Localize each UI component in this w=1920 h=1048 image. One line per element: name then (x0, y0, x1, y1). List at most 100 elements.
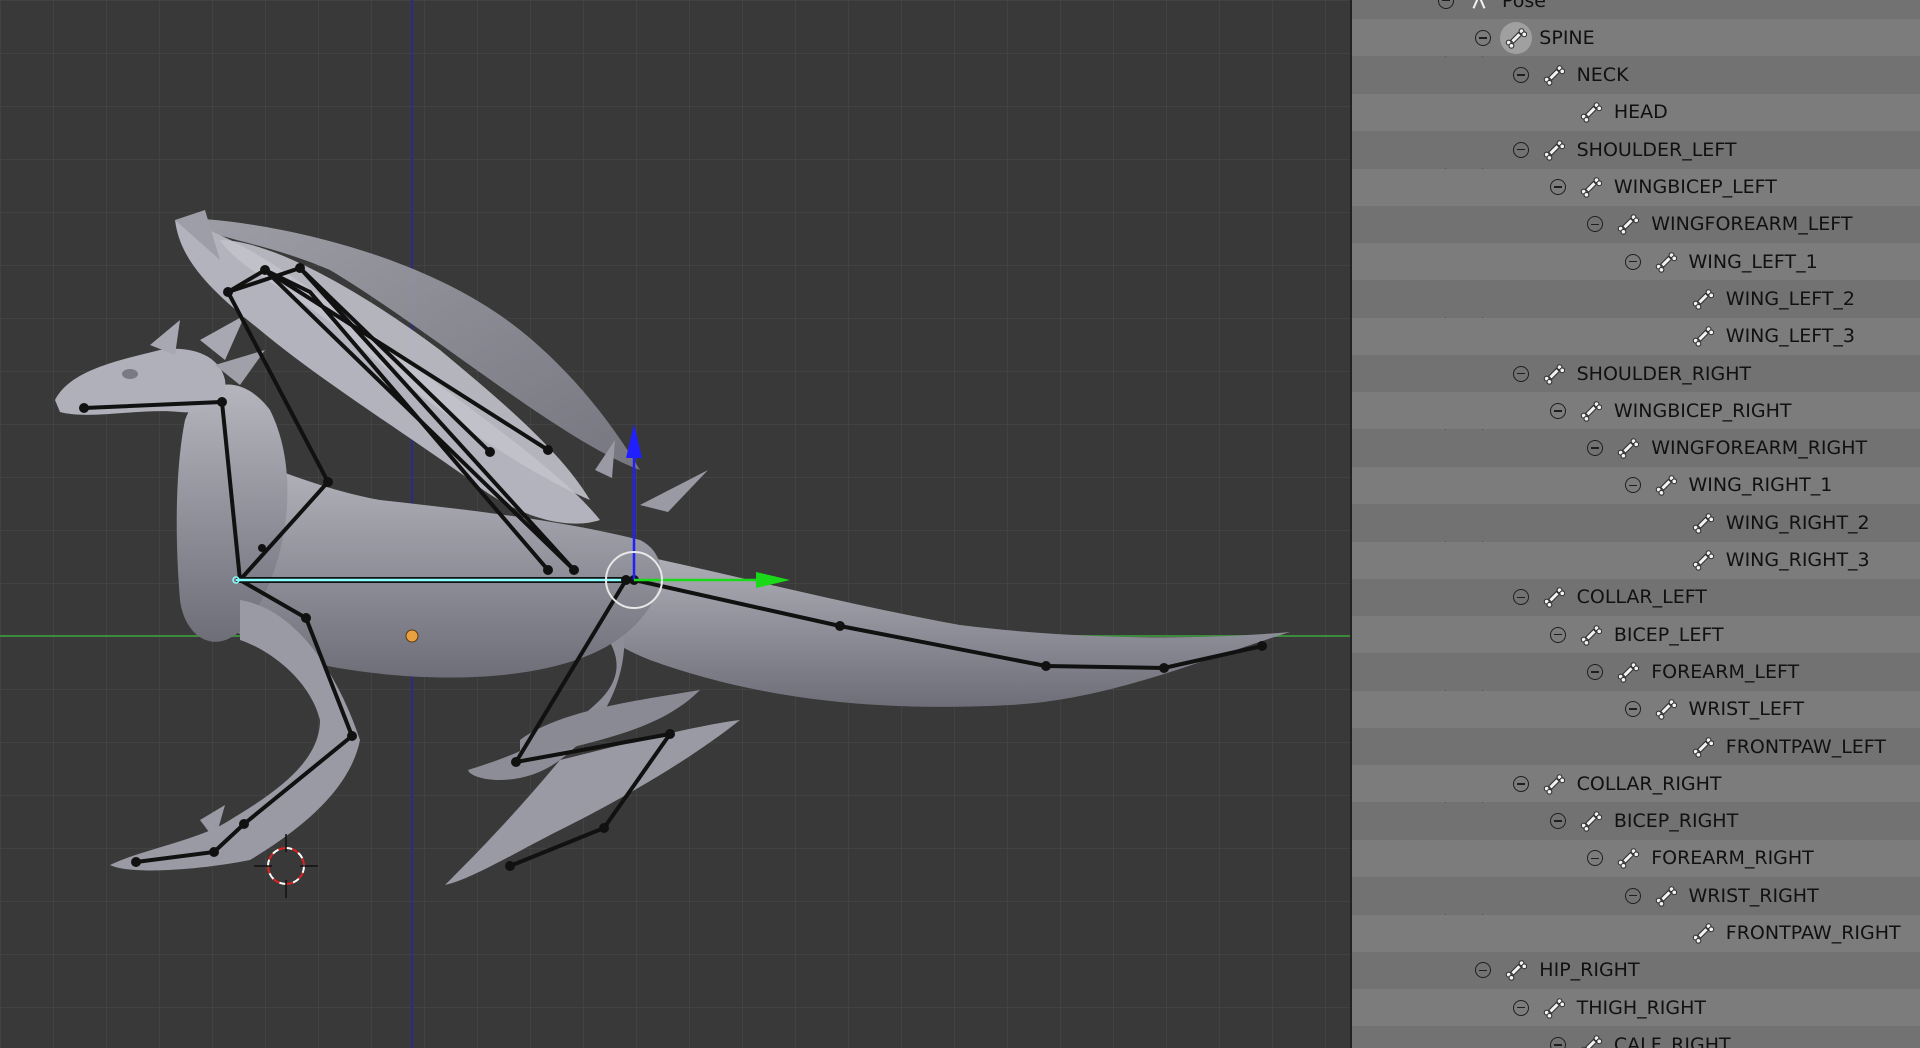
bone-icon (1692, 549, 1714, 571)
outliner-item-label[interactable]: FOREARM_RIGHT (1651, 847, 1814, 869)
outliner-item-label[interactable]: FRONTPAW_RIGHT (1726, 922, 1901, 944)
collapse-toggle-icon[interactable] (1549, 813, 1566, 830)
collapse-toggle-icon[interactable] (1549, 1036, 1566, 1048)
collapse-toggle-icon[interactable] (1624, 887, 1641, 904)
outliner-item-label[interactable]: WING_LEFT_2 (1726, 288, 1855, 310)
bone-icon (1543, 363, 1565, 385)
bone-icon (1500, 21, 1533, 54)
outliner-item-label[interactable]: SHOULDER_LEFT (1577, 139, 1737, 161)
outliner-row[interactable]: COLLAR_LEFT (1352, 578, 1920, 616)
toggle-spacer (1662, 291, 1678, 307)
outliner-item-label[interactable]: WING_LEFT_1 (1689, 251, 1818, 273)
collapse-toggle-icon[interactable] (1624, 477, 1641, 494)
outliner-item-label[interactable]: FOREARM_LEFT (1651, 661, 1799, 683)
outliner-row[interactable]: BICEP_RIGHT (1352, 802, 1920, 840)
outliner-item-label[interactable]: WINGBICEP_RIGHT (1614, 400, 1792, 422)
collapse-toggle-icon[interactable] (1512, 589, 1529, 606)
bone-icon (1580, 1034, 1603, 1048)
outliner-panel[interactable]: Pose SPINE NECK HEAD SHOULDER_LEFT WINGBICEP_… (1352, 0, 1920, 1048)
collapse-toggle-icon[interactable] (1512, 775, 1529, 792)
outliner-row[interactable]: COLLAR_RIGHT (1352, 765, 1920, 803)
outliner-row[interactable]: CALF_RIGHT (1352, 1026, 1920, 1048)
collapse-toggle-icon[interactable] (1512, 141, 1529, 158)
bone-icon (1543, 64, 1565, 86)
outliner-row[interactable]: WINGBICEP_LEFT (1352, 168, 1920, 206)
collapse-toggle-icon[interactable] (1624, 253, 1641, 270)
outliner-item-label[interactable]: WRIST_LEFT (1689, 698, 1805, 720)
outliner-row[interactable]: SHOULDER_LEFT (1352, 131, 1920, 169)
outliner-row[interactable]: WING_RIGHT_3 (1352, 541, 1920, 579)
bone-icon (1692, 736, 1714, 758)
outliner-row[interactable]: NECK (1352, 56, 1920, 94)
outliner-row[interactable]: SPINE (1352, 19, 1920, 57)
outliner-row[interactable]: WING_RIGHT_2 (1352, 504, 1920, 542)
outliner-row[interactable]: SHOULDER_RIGHT (1352, 355, 1920, 392)
outliner-item-label[interactable]: SHOULDER_RIGHT (1577, 363, 1752, 385)
outliner-item-label[interactable]: WING_RIGHT_3 (1726, 549, 1870, 571)
collapse-toggle-icon[interactable] (1587, 440, 1604, 457)
outliner-row[interactable]: HIP_RIGHT (1352, 951, 1920, 989)
outliner-row[interactable]: WING_LEFT_3 (1352, 317, 1920, 355)
outliner-item-label[interactable]: SPINE (1539, 27, 1594, 49)
collapse-toggle-icon[interactable] (1512, 67, 1529, 84)
bone-icon (1655, 698, 1677, 720)
bone-icon (1580, 624, 1603, 646)
outliner-item-label[interactable]: THIGH_RIGHT (1577, 997, 1706, 1019)
outliner-item-label[interactable]: HEAD (1614, 101, 1668, 123)
bone-icon (1580, 810, 1603, 832)
outliner-row[interactable]: WRIST_RIGHT (1352, 877, 1920, 915)
collapse-toggle-icon[interactable] (1587, 663, 1604, 680)
outliner-row[interactable]: WINGBICEP_RIGHT (1352, 392, 1920, 430)
outliner-item-label[interactable]: BICEP_LEFT (1614, 624, 1724, 646)
collapse-toggle-icon[interactable] (1512, 999, 1529, 1016)
outliner-row[interactable]: FRONTPAW_RIGHT (1352, 914, 1920, 952)
outliner-row[interactable]: WING_RIGHT_1 (1352, 466, 1920, 504)
outliner-item-label[interactable]: WING_RIGHT_1 (1689, 474, 1833, 496)
collapse-toggle-icon[interactable] (1587, 216, 1604, 233)
outliner-row[interactable]: FOREARM_LEFT (1352, 653, 1920, 691)
pose-icon (1468, 0, 1490, 12)
outliner-item-label[interactable]: FRONTPAW_LEFT (1726, 736, 1886, 758)
outliner-item-label[interactable]: WINGBICEP_LEFT (1614, 176, 1777, 198)
viewport-canvas[interactable] (0, 0, 1350, 1048)
outliner-item-label[interactable]: WRIST_RIGHT (1689, 885, 1819, 907)
outliner-item-label[interactable]: WING_RIGHT_2 (1726, 512, 1870, 534)
collapse-toggle-icon[interactable] (1475, 962, 1492, 979)
3d-viewport[interactable] (0, 0, 1350, 1048)
collapse-toggle-icon[interactable] (1512, 365, 1529, 382)
outliner-row[interactable]: FRONTPAW_LEFT (1352, 728, 1920, 765)
outliner-row[interactable]: WING_LEFT_1 (1352, 243, 1920, 281)
outliner-item-label[interactable]: Pose (1502, 0, 1546, 12)
collapse-toggle-icon[interactable] (1549, 626, 1566, 643)
collapse-toggle-icon[interactable] (1438, 0, 1454, 9)
collapse-toggle-icon[interactable] (1587, 850, 1604, 867)
outliner-row[interactable]: WRIST_LEFT (1352, 690, 1920, 728)
outliner-item-label[interactable]: NECK (1577, 64, 1629, 86)
bone-icon (1655, 251, 1677, 273)
toggle-spacer (1662, 552, 1678, 568)
outliner-item-label[interactable]: COLLAR_LEFT (1577, 586, 1707, 608)
outliner-item-label[interactable]: BICEP_RIGHT (1614, 810, 1738, 832)
collapse-toggle-icon[interactable] (1549, 179, 1566, 195)
outliner-item-label[interactable]: HIP_RIGHT (1539, 959, 1639, 981)
outliner-row[interactable]: BICEP_LEFT (1352, 616, 1920, 654)
outliner-row[interactable]: WINGFOREARM_LEFT (1352, 205, 1920, 243)
bone-icon (1617, 661, 1640, 683)
outliner-row[interactable]: THIGH_RIGHT (1352, 989, 1920, 1027)
outliner-item-label[interactable]: COLLAR_RIGHT (1577, 773, 1722, 795)
collapse-toggle-icon[interactable] (1549, 402, 1566, 419)
bone-icon (1692, 512, 1714, 534)
outliner-item-label[interactable]: WING_LEFT_3 (1726, 325, 1855, 347)
collapse-toggle-icon[interactable] (1475, 29, 1492, 46)
outliner-row[interactable]: FOREARM_RIGHT (1352, 839, 1920, 877)
outliner-item-label[interactable]: WINGFOREARM_RIGHT (1651, 437, 1867, 459)
bone-icon (1617, 213, 1640, 236)
outliner-item-label[interactable]: WINGFOREARM_LEFT (1651, 213, 1852, 235)
collapse-toggle-icon[interactable] (1624, 701, 1641, 718)
outliner-row[interactable]: HEAD (1352, 93, 1920, 131)
outliner-row[interactable]: Pose (1352, 0, 1920, 19)
outliner-row[interactable]: WINGFOREARM_RIGHT (1352, 429, 1920, 467)
outliner-row[interactable]: WING_LEFT_2 (1352, 280, 1920, 318)
object-origin[interactable] (405, 629, 419, 643)
outliner-item-label[interactable]: CALF_RIGHT (1614, 1034, 1731, 1048)
